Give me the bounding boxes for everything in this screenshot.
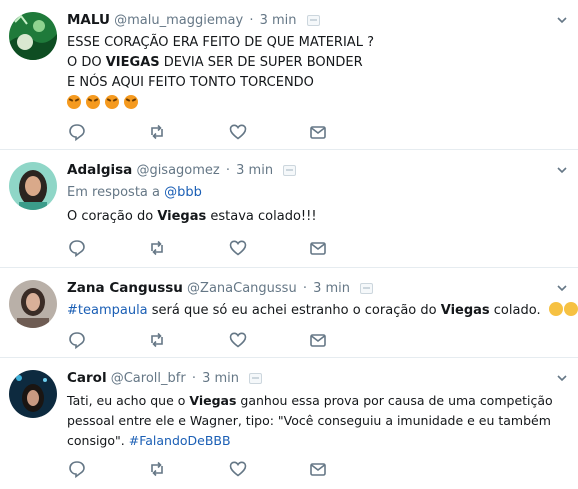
timestamp[interactable]: 3 min <box>313 281 350 296</box>
dm-icon[interactable] <box>308 459 328 479</box>
user-handle[interactable]: @Caroll_bfr <box>111 371 186 386</box>
tweet-actions <box>67 330 357 350</box>
timestamp[interactable]: 3 min <box>236 163 273 178</box>
translate-icon[interactable] <box>306 15 320 26</box>
separator: · <box>302 281 307 296</box>
timestamp[interactable]: 3 min <box>260 13 297 28</box>
dm-icon[interactable] <box>308 238 328 258</box>
tweet-line: O DO VIEGAS DEVIA SER DE SUPER BONDER <box>67 55 363 70</box>
bold-keyword: Viegas <box>189 393 237 408</box>
like-icon[interactable] <box>228 238 248 258</box>
tweet-line: E NÓS AQUI FEITO TONTO TORCENDO <box>67 75 314 90</box>
avatar[interactable] <box>9 12 57 60</box>
tweet-line: pessoal entre ele e Wagner, tipo: "Você … <box>67 413 551 428</box>
chevron-down-icon[interactable] <box>556 282 568 294</box>
tweet-line: ESSE CORAÇÃO ERA FEITO DE QUE MATERIAL ? <box>67 35 374 50</box>
like-icon[interactable] <box>228 459 248 479</box>
reply-icon[interactable] <box>67 459 87 479</box>
tweet-actions <box>67 122 357 142</box>
tweet-line: consigo". #FalandoDeBBB <box>67 433 231 448</box>
user-handle[interactable]: @ZanaCangussu <box>187 281 297 296</box>
reply-context: Em resposta a @bbb <box>67 185 202 200</box>
tweet-text: #teampaula será que só eu achei estranho… <box>67 301 578 321</box>
dm-icon[interactable] <box>308 122 328 142</box>
avatar[interactable] <box>9 162 57 210</box>
tweet-header: Zana Cangussu @ZanaCangussu · 3 min <box>67 280 566 297</box>
translate-icon[interactable] <box>249 373 263 384</box>
separator: · <box>191 371 196 386</box>
dm-icon[interactable] <box>308 330 328 350</box>
retweet-icon[interactable] <box>147 330 167 350</box>
tweet-header: Adalgisa @gisagomez · 3 min <box>67 162 566 179</box>
retweet-icon[interactable] <box>147 122 167 142</box>
tweet-text: ESSE CORAÇÃO ERA FEITO DE QUE MATERIAL ?… <box>67 33 566 114</box>
tweet-header: MALU @malu_maggiemay · 3 min <box>67 12 566 29</box>
retweet-icon[interactable] <box>147 238 167 258</box>
tweet-actions <box>67 459 357 479</box>
angry-emoji-icon <box>124 95 139 109</box>
tweet-line: Tati, eu acho que o Viegas ganhou essa p… <box>67 393 553 408</box>
tweet-text: O coração do Viegas estava colado!!! <box>67 209 317 224</box>
hashtag-link[interactable]: #teampaula <box>67 303 148 318</box>
retweet-icon[interactable] <box>147 459 167 479</box>
hashtag-link[interactable]: #FalandoDeBBB <box>129 433 231 448</box>
emoji-row <box>67 94 566 114</box>
reply-icon[interactable] <box>67 238 87 258</box>
display-name[interactable]: Zana Cangussu <box>67 280 183 296</box>
tweet-actions <box>67 238 357 258</box>
angry-emoji-icon <box>105 95 120 109</box>
tweet-header: Carol @Caroll_bfr · 3 min <box>67 370 566 387</box>
chevron-down-icon[interactable] <box>556 372 568 384</box>
display-name[interactable]: Adalgisa <box>67 162 132 178</box>
tweet[interactable]: Adalgisa @gisagomez · 3 min Em resposta … <box>0 150 578 268</box>
separator: · <box>249 13 254 28</box>
reply-handle-link[interactable]: @bbb <box>164 185 202 200</box>
separator: · <box>225 163 231 178</box>
tweet-text: Tati, eu acho que o Viegas ganhou essa p… <box>67 391 566 451</box>
timestamp[interactable]: 3 min <box>202 371 239 386</box>
tweet[interactable]: Carol @Caroll_bfr · 3 min Tati, eu acho … <box>0 358 578 489</box>
chevron-down-icon[interactable] <box>556 14 568 26</box>
like-icon[interactable] <box>228 330 248 350</box>
display-name[interactable]: Carol <box>67 370 107 386</box>
bold-keyword: Viegas <box>157 209 207 224</box>
avatar[interactable] <box>9 280 57 328</box>
thinking-emoji-icon <box>563 302 578 316</box>
user-handle[interactable]: @gisagomez <box>136 163 219 178</box>
translate-icon[interactable] <box>283 165 297 176</box>
reply-icon[interactable] <box>67 330 87 350</box>
eye-roll-emoji-icon <box>548 302 563 316</box>
bold-keyword: Viegas <box>440 303 490 318</box>
chevron-down-icon[interactable] <box>556 164 568 176</box>
tweet-feed: MALU @malu_maggiemay · 3 min ESSE CORAÇÃ… <box>0 0 578 489</box>
avatar[interactable] <box>9 370 57 418</box>
tweet[interactable]: MALU @malu_maggiemay · 3 min ESSE CORAÇÃ… <box>0 0 578 150</box>
display-name[interactable]: MALU <box>67 12 110 28</box>
translate-icon[interactable] <box>360 283 374 294</box>
angry-emoji-icon <box>86 95 101 109</box>
bold-keyword: VIEGAS <box>105 55 160 70</box>
reply-icon[interactable] <box>67 122 87 142</box>
like-icon[interactable] <box>228 122 248 142</box>
tweet[interactable]: Zana Cangussu @ZanaCangussu · 3 min #tea… <box>0 268 578 358</box>
angry-emoji-icon <box>67 95 81 109</box>
user-handle[interactable]: @malu_maggiemay <box>114 13 243 28</box>
